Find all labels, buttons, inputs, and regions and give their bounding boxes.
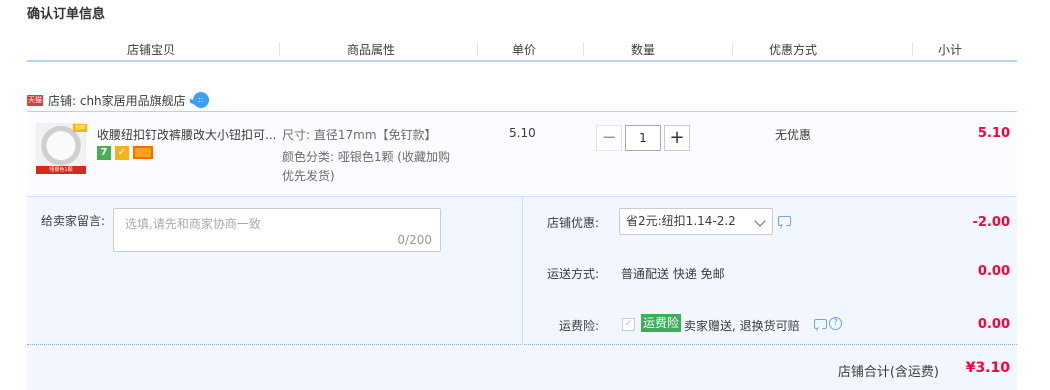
- shop-total-value: ¥3.10: [965, 360, 1010, 376]
- order-item-row: 哑银色1颗 包邮 收腰纽扣钉改裤腰改大小钮扣可... 7 ✓ 尺寸: 直径17m…: [27, 111, 1017, 197]
- message-textarea[interactable]: 选填,请先和商家协商一致 0/200: [113, 208, 441, 252]
- help-icon[interactable]: ?: [829, 317, 842, 330]
- product-title-link[interactable]: 收腰纽扣钉改裤腰改大小钮扣可...: [97, 126, 276, 143]
- column-divider: [912, 42, 913, 56]
- column-header: 店铺宝贝 商品属性 单价 数量 优惠方式 小计: [27, 38, 1017, 62]
- insurance-description: 卖家赠送, 退换货可赔: [684, 319, 800, 333]
- shop-header: 天猫 店铺: chh家居用品旗舰店 ::: [27, 91, 209, 109]
- shop-discount-label: 店铺优惠:: [546, 216, 599, 230]
- message-icon[interactable]: [778, 216, 791, 226]
- shop-total-label: 店铺合计(含运费): [837, 365, 939, 380]
- chat-seller-icon[interactable]: ::: [192, 92, 209, 108]
- shop-discount-selected: 省2元:纽扣1.14-2.2: [626, 214, 736, 228]
- shipping-method: 普通配送 快递 免邮: [621, 267, 725, 281]
- column-header-subtotal: 小计: [938, 43, 963, 57]
- page-title: 确认订单信息: [27, 7, 106, 22]
- column-header-discount: 优惠方式: [769, 43, 818, 57]
- message-label: 给卖家留言:: [41, 214, 106, 228]
- column-divider: [583, 42, 584, 56]
- shop-name-link[interactable]: 店铺: chh家居用品旗舰店: [48, 92, 186, 109]
- attr-color-line1: 颜色分类: 哑银色1颗 (收藏加购: [282, 150, 450, 164]
- certified-icon[interactable]: ✓: [115, 146, 129, 160]
- message-icon[interactable]: [814, 319, 827, 329]
- order-options-panel: 给卖家留言: 选填,请先和商家协商一致 0/200 店铺优惠: 省2元:纽扣1.…: [27, 197, 1017, 345]
- panel-divider: [522, 197, 523, 345]
- quantity-stepper: − 1 +: [596, 125, 690, 151]
- column-header-item: 店铺宝贝: [127, 43, 176, 57]
- increase-quantity-button[interactable]: +: [664, 125, 690, 151]
- item-discount: 无优惠: [775, 128, 812, 142]
- thumbnail-tag: 包邮: [73, 124, 87, 132]
- service-badges: 7 ✓: [97, 146, 153, 160]
- seven-day-return-icon[interactable]: 7: [97, 146, 111, 160]
- shop-discount-amount: -2.00: [972, 215, 1010, 230]
- tmall-icon: 天猫: [27, 94, 43, 106]
- shipping-amount: 0.00: [977, 264, 1010, 279]
- unit-price: 5.10: [509, 126, 536, 140]
- decrease-quantity-button[interactable]: −: [596, 125, 622, 151]
- credit-card-icon[interactable]: [133, 146, 153, 159]
- insurance-checkbox[interactable]: ✓: [622, 318, 635, 331]
- insurance-label: 运费险:: [558, 319, 599, 333]
- attr-color-line2: 优先发货): [282, 169, 335, 183]
- chevron-down-icon: [754, 215, 766, 227]
- message-counter: 0/200: [397, 233, 432, 247]
- message-placeholder: 选填,请先和商家协商一致: [125, 217, 261, 231]
- insurance-amount: 0.00: [977, 317, 1010, 332]
- attr-size: 尺寸: 直径17mm【免钉款】: [282, 128, 437, 142]
- thumbnail-label: 哑银色1颗: [36, 166, 86, 174]
- column-header-price: 单价: [512, 43, 537, 57]
- insurance-tag: 运费险: [641, 314, 682, 332]
- column-header-attr: 商品属性: [347, 43, 396, 57]
- column-divider: [477, 42, 478, 56]
- quantity-input[interactable]: 1: [625, 125, 661, 151]
- column-divider: [732, 42, 733, 56]
- column-divider: [279, 42, 280, 56]
- column-header-qty: 数量: [631, 43, 656, 57]
- shipping-label: 运送方式:: [546, 267, 599, 281]
- item-subtotal: 5.10: [977, 126, 1010, 141]
- shop-total-row: 店铺合计(含运费) ¥3.10: [27, 345, 1017, 390]
- shop-discount-select[interactable]: 省2元:纽扣1.14-2.2: [619, 208, 773, 235]
